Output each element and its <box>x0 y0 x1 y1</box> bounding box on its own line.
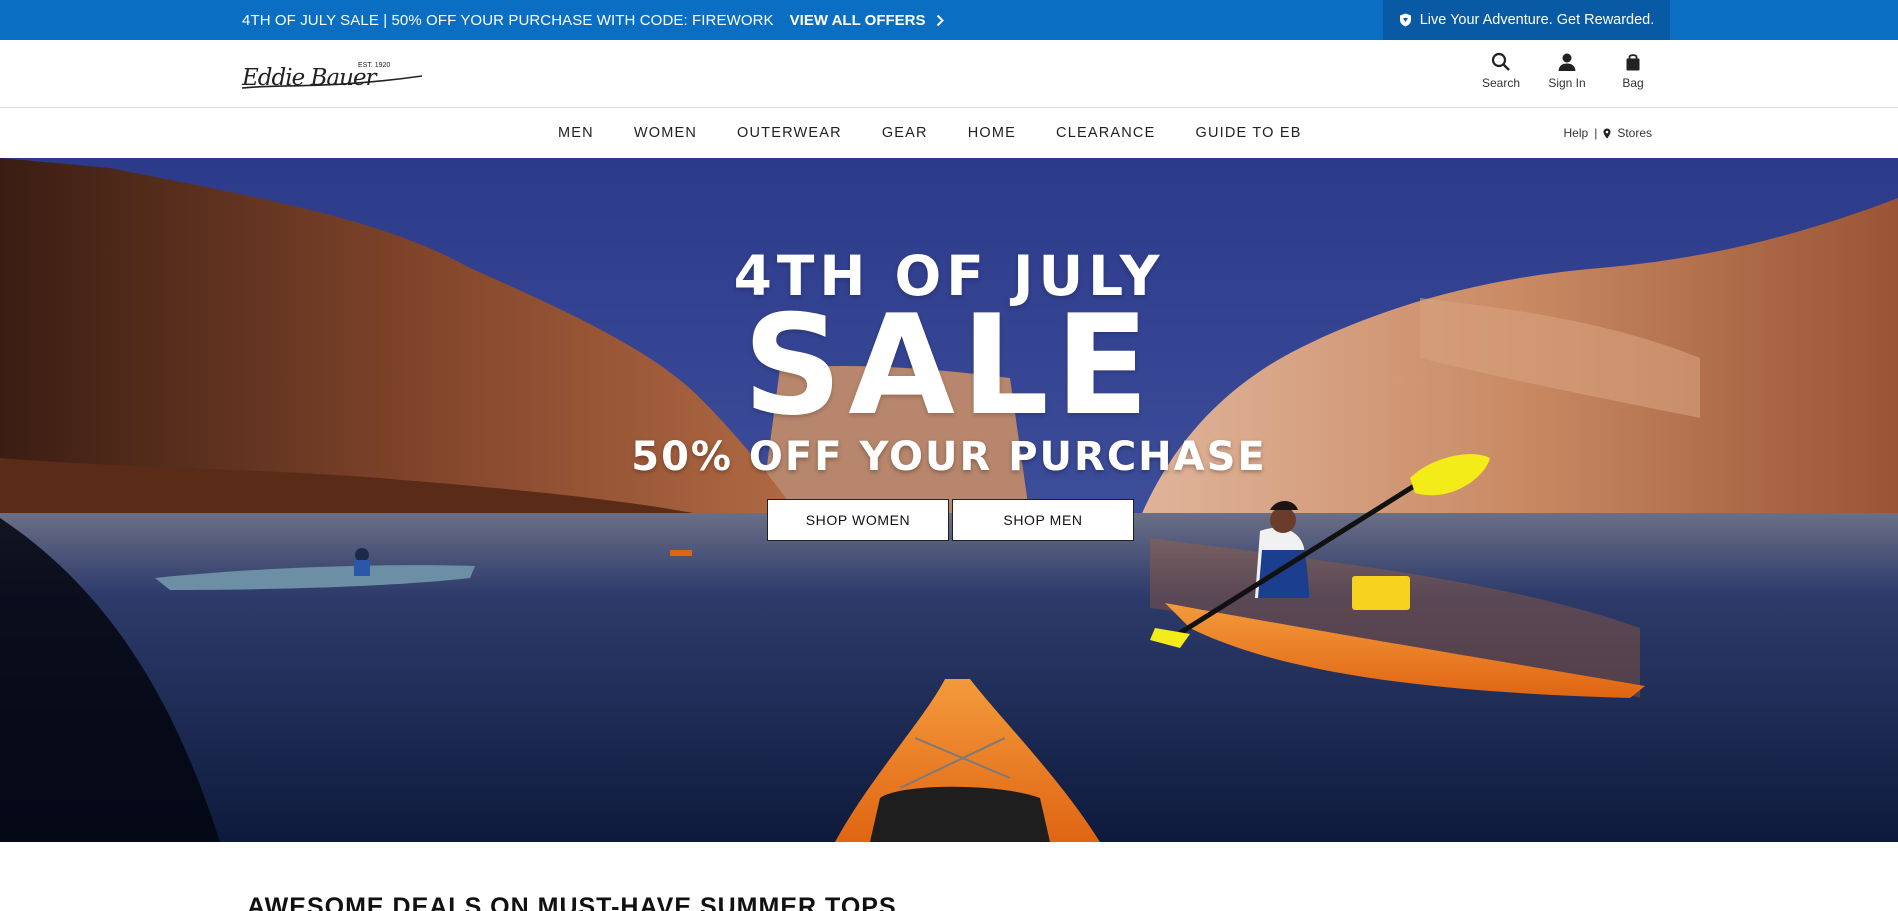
shop-women-button[interactable]: SHOP WOMEN <box>767 499 949 541</box>
header-tools: Search Sign In Bag <box>1481 52 1653 90</box>
bag-label: Bag <box>1622 76 1644 90</box>
site-header: EST. 1920 Eddie Bauer Search Sign In Bag <box>0 40 1898 108</box>
nav-separator: | <box>1594 126 1598 140</box>
nav-categories: MEN WOMEN OUTERWEAR GEAR HOME CLEARANCE … <box>558 108 1302 158</box>
bag-icon <box>1626 54 1640 71</box>
nav-utility: Help | Stores <box>1564 108 1653 158</box>
nav-item-home[interactable]: HOME <box>968 125 1016 141</box>
view-all-offers-label: VIEW ALL OFFERS <box>789 11 926 29</box>
hero-banner: 4TH OF JULY SALE 50% OFF YOUR PURCHASE S… <box>0 158 1898 842</box>
eddie-bauer-logo[interactable]: EST. 1920 Eddie Bauer <box>240 58 425 92</box>
sign-in-label: Sign In <box>1548 76 1586 90</box>
map-pin-icon <box>1603 128 1611 138</box>
stores-link[interactable]: Stores <box>1617 126 1652 140</box>
search-icon <box>1491 52 1510 71</box>
rewards-link[interactable]: Live Your Adventure. Get Rewarded. <box>1383 0 1670 40</box>
hero-buttons: SHOP WOMEN SHOP MEN <box>767 499 1134 541</box>
rewards-text: Live Your Adventure. Get Rewarded. <box>1419 12 1655 28</box>
nav-item-outerwear[interactable]: OUTERWEAR <box>737 125 842 141</box>
sign-in-button[interactable]: Sign In <box>1547 52 1587 90</box>
search-label: Search <box>1481 76 1521 90</box>
shop-men-button[interactable]: SHOP MEN <box>952 499 1134 541</box>
shield-icon <box>1399 13 1411 27</box>
promo-text: 4TH OF JULY SALE | 50% OFF YOUR PURCHASE… <box>242 11 774 29</box>
bag-button[interactable]: Bag <box>1613 52 1653 90</box>
nav-item-gear[interactable]: GEAR <box>882 125 928 141</box>
nav-item-women[interactable]: WOMEN <box>634 125 697 141</box>
nav-item-clearance[interactable]: CLEARANCE <box>1056 125 1155 141</box>
hero-subhead: 50% OFF YOUR PURCHASE <box>631 434 1267 480</box>
help-link[interactable]: Help <box>1564 126 1589 140</box>
user-icon <box>1558 53 1576 71</box>
chevron-right-icon <box>936 14 944 26</box>
hero-headline: SALE <box>742 285 1156 446</box>
promo-bar: 4TH OF JULY SALE | 50% OFF YOUR PURCHASE… <box>0 0 1898 40</box>
view-all-offers-link[interactable]: VIEW ALL OFFERS <box>790 12 944 29</box>
nav-item-guide-to-eb[interactable]: GUIDE TO EB <box>1195 125 1301 141</box>
section-title: AWESOME DEALS ON MUST-HAVE SUMMER TOPS <box>247 893 897 911</box>
search-button[interactable]: Search <box>1481 52 1521 90</box>
main-nav: MEN WOMEN OUTERWEAR GEAR HOME CLEARANCE … <box>0 108 1898 158</box>
promo-message: 4TH OF JULY SALE | 50% OFF YOUR PURCHASE… <box>242 0 944 40</box>
nav-item-men[interactable]: MEN <box>558 125 594 141</box>
